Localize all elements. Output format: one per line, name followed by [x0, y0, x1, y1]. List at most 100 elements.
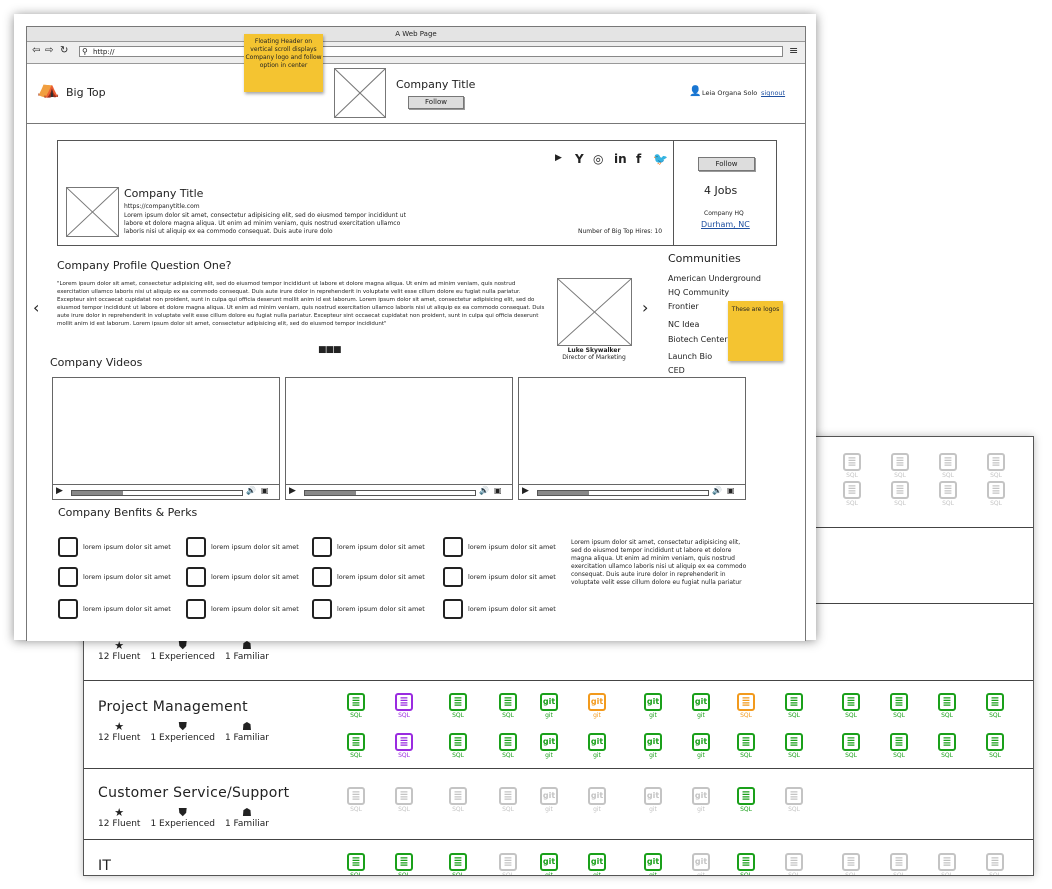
person-role: Director of Marketing	[562, 354, 626, 361]
fullscreen-icon[interactable]: ▣	[727, 486, 735, 495]
signout-link[interactable]: signout	[761, 89, 785, 97]
git-icon: git git	[643, 787, 663, 813]
header-follow-button[interactable]: Follow	[408, 96, 464, 109]
experienced-count: 1 Experienced	[150, 652, 215, 662]
video-progress[interactable]	[537, 490, 709, 496]
play-icon[interactable]: ▶	[56, 486, 63, 496]
database-icon: ≣ SQL	[986, 453, 1006, 479]
perk-label: lorem ipsum dolor sit amet	[337, 543, 425, 551]
back-arrow-icon[interactable]: ⇦	[32, 45, 40, 56]
git-icon: git git	[539, 693, 559, 719]
reload-icon[interactable]: ↻	[60, 45, 68, 56]
hq-city-link[interactable]: Durham, NC	[701, 220, 750, 229]
database-icon: ≣ SQL	[938, 481, 958, 507]
database-icon: ≣ SQL	[985, 693, 1005, 719]
browser-window-frame: A Web Page ⇦ ⇨ ↻ ⚲ http:// ≡ ⛺ Big Top C…	[14, 14, 816, 641]
jobs-count[interactable]: 4 Jobs	[704, 184, 737, 197]
perk-checkbox[interactable]	[443, 599, 463, 619]
database-icon: ≣ SQL	[784, 853, 804, 875]
database-icon: ≣ SQL	[889, 693, 909, 719]
hires-count: Number of Big Top Hires: 10	[578, 228, 663, 235]
person-icon: ☗	[242, 639, 252, 652]
database-icon: ≣ SQL	[736, 787, 756, 813]
community-item[interactable]: American Underground	[668, 274, 761, 283]
youtube-icon[interactable]: ▶	[555, 153, 562, 163]
perk-label: lorem ipsum dolor sit amet	[83, 605, 171, 613]
perk-checkbox[interactable]	[186, 599, 206, 619]
community-item[interactable]: CED	[668, 366, 685, 375]
browser-window: A Web Page ⇦ ⇨ ↻ ⚲ http:// ≡ ⛺ Big Top C…	[26, 26, 806, 641]
fluent-count: 12 Fluent	[98, 652, 141, 662]
perk-checkbox[interactable]	[58, 599, 78, 619]
perk-checkbox[interactable]	[58, 567, 78, 587]
volume-icon[interactable]: 🔊	[712, 486, 722, 495]
play-icon[interactable]: ▶	[289, 486, 296, 496]
community-item[interactable]: Launch Bio	[668, 352, 712, 361]
company-description: Lorem ipsum dolor sit amet, consectetur …	[124, 212, 406, 235]
forward-arrow-icon[interactable]: ⇨	[45, 45, 53, 56]
video-player[interactable]: ▶ 🔊 ▣	[285, 377, 513, 500]
video-progress[interactable]	[71, 490, 243, 496]
database-icon: ≣ SQL	[842, 481, 862, 507]
database-icon: ≣ SQL	[736, 853, 756, 875]
experienced-count: 1 Experienced	[150, 819, 215, 829]
linkedin-icon[interactable]: in	[614, 152, 627, 166]
perk-checkbox[interactable]	[312, 537, 332, 557]
database-icon: ≣ SQL	[938, 453, 958, 479]
database-icon: ≣ SQL	[394, 733, 414, 759]
row-title: IT	[98, 858, 112, 874]
big-top-logo-icon[interactable]: ⛺	[37, 78, 59, 99]
volume-icon[interactable]: 🔊	[246, 486, 256, 495]
community-item[interactable]: HQ Community	[668, 288, 729, 297]
database-icon: ≣ SQL	[394, 693, 414, 719]
sticky-note-logos: These are logos	[728, 301, 783, 361]
twitter-icon[interactable]: 🐦	[653, 152, 668, 166]
community-item[interactable]: NC Idea	[668, 320, 699, 329]
shield-icon: ⛊	[178, 806, 187, 819]
video-player[interactable]: ▶ 🔊 ▣	[52, 377, 280, 500]
address-bar: ⇦ ⇨ ↻ ⚲ http:// ≡	[27, 42, 805, 64]
perk-label: lorem ipsum dolor sit amet	[211, 543, 299, 551]
video-controls: ▶ 🔊 ▣	[53, 484, 279, 499]
url-field[interactable]: ⚲ http://	[79, 46, 783, 57]
database-icon: ≣ SQL	[937, 853, 957, 875]
git-icon: git git	[539, 853, 559, 875]
familiar-count: 1 Familiar	[224, 819, 269, 829]
database-icon: ≣ SQL	[498, 853, 518, 875]
brand-name[interactable]: Big Top	[66, 86, 106, 99]
perk-checkbox[interactable]	[186, 537, 206, 557]
git-icon: git git	[643, 733, 663, 759]
carousel-dots-icon[interactable]: ■■■	[318, 345, 341, 355]
person-name: Luke Skywalker	[567, 347, 621, 354]
video-player[interactable]: ▶ 🔊 ▣	[518, 377, 746, 500]
community-item[interactable]: Frontier	[668, 302, 699, 311]
instagram-icon[interactable]: ◎	[593, 152, 603, 166]
video-progress[interactable]	[304, 490, 476, 496]
card-divider	[673, 141, 674, 245]
perk-label: lorem ipsum dolor sit amet	[211, 605, 299, 613]
perk-checkbox[interactable]	[312, 567, 332, 587]
carousel-prev-icon[interactable]: ‹	[33, 298, 39, 317]
fullscreen-icon[interactable]: ▣	[261, 486, 269, 495]
company-url[interactable]: https://companytitle.com	[124, 203, 200, 210]
database-icon: ≣ SQL	[346, 853, 366, 875]
git-icon: git git	[691, 853, 711, 875]
database-icon: ≣ SQL	[448, 787, 468, 813]
perk-checkbox[interactable]	[443, 537, 463, 557]
volume-icon[interactable]: 🔊	[479, 486, 489, 495]
perk-checkbox[interactable]	[58, 537, 78, 557]
perk-label: lorem ipsum dolor sit amet	[468, 573, 556, 581]
facebook-icon[interactable]: f	[636, 152, 641, 166]
perk-checkbox[interactable]	[186, 567, 206, 587]
perk-checkbox[interactable]	[312, 599, 332, 619]
carousel-next-icon[interactable]: ›	[642, 298, 648, 317]
yelp-icon[interactable]: Y	[575, 152, 584, 166]
perk-checkbox[interactable]	[443, 567, 463, 587]
familiar-count: 1 Familiar	[224, 652, 269, 662]
menu-icon[interactable]: ≡	[789, 44, 798, 57]
play-icon[interactable]: ▶	[522, 486, 529, 496]
database-icon: ≣ SQL	[841, 733, 861, 759]
follow-button[interactable]: Follow	[698, 157, 755, 171]
fullscreen-icon[interactable]: ▣	[494, 486, 502, 495]
community-item[interactable]: Biotech Center	[668, 335, 728, 344]
